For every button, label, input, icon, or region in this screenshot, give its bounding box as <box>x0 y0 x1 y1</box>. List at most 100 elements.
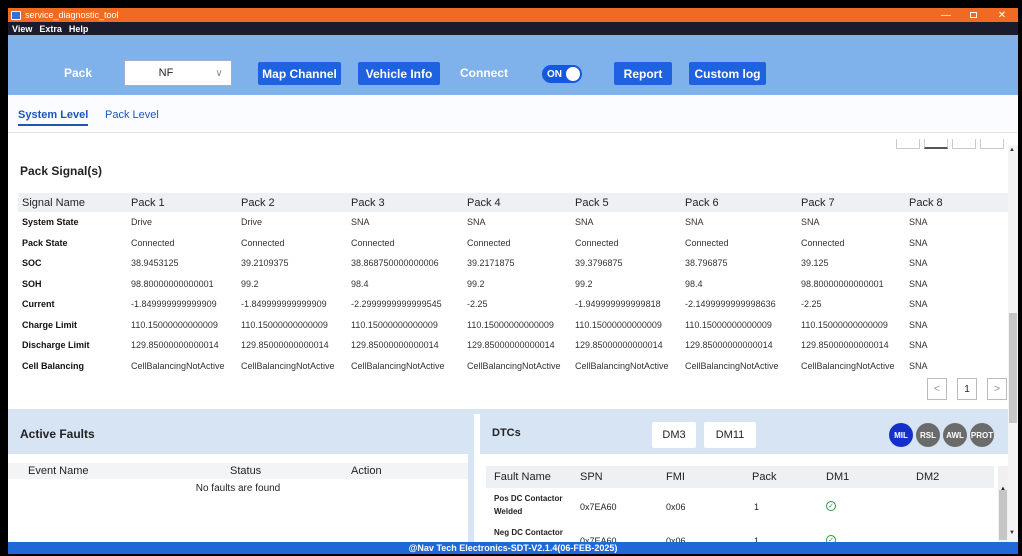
col-status: Status <box>230 465 262 477</box>
dm3-button[interactable]: DM3 <box>652 422 696 448</box>
signal-value-cell: CellBalancingNotActive <box>467 360 561 371</box>
signal-value-cell: -1.949999999999818 <box>575 299 661 310</box>
dtc-scroll-thumb[interactable] <box>999 490 1007 540</box>
col-pack: Pack <box>752 471 777 483</box>
connect-toggle[interactable]: ON <box>542 65 582 83</box>
window-frame: service_diagnostic_tool — ✕ View Extra H… <box>0 0 1022 556</box>
signal-value-cell: 99.2 <box>467 278 485 289</box>
signal-value-cell: Drive <box>131 217 153 228</box>
no-faults-message: No faults are found <box>195 483 281 494</box>
pack-select[interactable]: NF ∨ <box>124 60 232 86</box>
table-row: Charge Limit 110.15000000000009 110.150000… <box>18 315 1008 336</box>
col-dm2: DM2 <box>916 471 940 483</box>
signal-value-cell: -1.849999999999909 <box>241 299 327 310</box>
dtc-row[interactable]: Pos DC Contactor Welded 0x7EA60 0x06 1 ✓ <box>486 492 994 522</box>
signal-value-cell: -2.2999999999999545 <box>351 299 442 310</box>
dm11-button[interactable]: DM11 <box>704 422 756 448</box>
title-bar: service_diagnostic_tool — ✕ <box>8 8 1018 22</box>
scroll-down-icon[interactable]: ▼ <box>1009 530 1015 536</box>
main-scrollbar[interactable]: ▲ ▼ <box>1008 145 1018 542</box>
signal-value-cell: SNA <box>909 340 928 351</box>
col-signal-name: Signal Name <box>18 193 127 212</box>
pack-select-value: NF <box>158 67 174 79</box>
signal-value-cell: SNA <box>909 237 928 248</box>
signal-value-cell: SNA <box>909 299 928 310</box>
col-fmi: FMI <box>666 471 685 483</box>
signal-value-cell: Connected <box>575 237 619 248</box>
toggle-knob <box>566 67 580 81</box>
signal-value-cell: CellBalancingNotActive <box>241 360 335 371</box>
scroll-up-icon[interactable]: ▲ <box>1009 147 1015 153</box>
toolbar: Pack NF ∨ Map Channel Vehicle Info Conne… <box>8 35 1018 95</box>
top-pager-box[interactable] <box>896 139 920 149</box>
table-row: Pack State Connected Connected Connected Con… <box>18 233 1008 254</box>
menu-extra[interactable]: Extra <box>39 24 62 34</box>
indicator-awl[interactable]: AWL <box>943 423 967 447</box>
custom-log-button[interactable]: Custom log <box>689 62 766 85</box>
signal-name-cell: Current <box>22 299 55 310</box>
minimize-icon[interactable]: — <box>936 8 956 22</box>
pager-next-button[interactable]: > <box>987 378 1007 400</box>
menu-view[interactable]: View <box>12 24 32 34</box>
col-event-name: Event Name <box>28 465 89 477</box>
signal-name-cell: System State <box>22 217 79 228</box>
maximize-icon[interactable] <box>963 8 983 22</box>
signal-value-cell: 110.15000000000009 <box>351 319 438 330</box>
signal-value-cell: 110.15000000000009 <box>131 319 218 330</box>
dtc-fault-name: Pos DC Contactor Welded <box>494 494 563 516</box>
pager-prev-button[interactable]: < <box>927 378 947 400</box>
col-action: Action <box>351 465 382 477</box>
app-icon <box>11 10 21 20</box>
indicator-prot[interactable]: PROT <box>970 423 994 447</box>
signal-value-cell: SNA <box>909 217 928 228</box>
vehicle-info-button[interactable]: Vehicle Info <box>358 62 440 85</box>
signal-name-cell: Cell Balancing <box>22 360 85 371</box>
signal-value-cell: SNA <box>575 217 594 228</box>
check-circle-icon: ✓ <box>826 501 836 511</box>
signal-value-cell: 98.80000000000001 <box>801 278 884 289</box>
menu-help[interactable]: Help <box>69 24 89 34</box>
indicator-mil[interactable]: MIL <box>889 423 913 447</box>
signal-value-cell: SNA <box>351 217 370 228</box>
dtc-spn: 0x7EA60 <box>580 502 617 512</box>
signal-name-cell: Discharge Limit <box>22 340 90 351</box>
signal-value-cell: 129.85000000000014 <box>351 340 439 351</box>
signal-value-cell: 110.15000000000009 <box>575 319 662 330</box>
dtcs-title: DTCs <box>492 427 521 439</box>
pack-signals-title: Pack Signal(s) <box>20 164 103 178</box>
table-row: System State Drive Drive SNA SNA SNA SNA SNA SNA <box>18 212 1008 233</box>
report-button[interactable]: Report <box>614 62 672 85</box>
table-row: Discharge Limit 129.85000000000014 129.850… <box>18 335 1008 356</box>
active-faults-columns: Event Name Status Action <box>8 463 468 479</box>
signal-value-cell: 38.796875 <box>685 258 728 269</box>
map-channel-button[interactable]: Map Channel <box>258 62 341 85</box>
tab-pack-level[interactable]: Pack Level <box>105 109 159 121</box>
indicator-rsl[interactable]: RSL <box>916 423 940 447</box>
top-pager-box[interactable] <box>980 139 1004 149</box>
dtcs-header: DTCs DM3 DM11 MIL RSL AWL PROT <box>480 414 1008 454</box>
top-pager-box[interactable] <box>952 139 976 149</box>
signal-value-cell: CellBalancingNotActive <box>131 360 225 371</box>
signal-value-cell: 110.15000000000009 <box>801 319 888 330</box>
signal-value-cell: 39.3796875 <box>575 258 623 269</box>
top-pager-box[interactable] <box>924 139 948 149</box>
table-row: Cell Balancing CellBalancingNotActive Cell… <box>18 356 1008 377</box>
signal-value-cell: 110.15000000000009 <box>241 319 328 330</box>
main-scroll-thumb[interactable] <box>1009 313 1017 423</box>
col-pack-3: Pack 3 <box>347 193 463 212</box>
col-pack-4: Pack 4 <box>463 193 571 212</box>
col-dm1: DM1 <box>826 471 850 483</box>
signal-name-cell: SOH <box>22 278 42 289</box>
tab-system-level[interactable]: System Level <box>18 109 89 126</box>
signal-value-cell: 39.2171875 <box>467 258 515 269</box>
signal-value-cell: 98.4 <box>351 278 369 289</box>
close-icon[interactable]: ✕ <box>992 8 1012 22</box>
signal-value-cell: SNA <box>909 319 928 330</box>
dtc-scrollbar[interactable]: ▲ <box>998 466 1008 542</box>
signal-value-cell: 129.85000000000014 <box>575 340 663 351</box>
dtcs-panel: DTCs DM3 DM11 MIL RSL AWL PROT Fault Name S… <box>480 414 1008 546</box>
signal-value-cell: Connected <box>467 237 511 248</box>
signal-value-cell: 129.85000000000014 <box>467 340 555 351</box>
signal-value-cell: 39.2109375 <box>241 258 289 269</box>
pager-page-1[interactable]: 1 <box>957 378 977 400</box>
